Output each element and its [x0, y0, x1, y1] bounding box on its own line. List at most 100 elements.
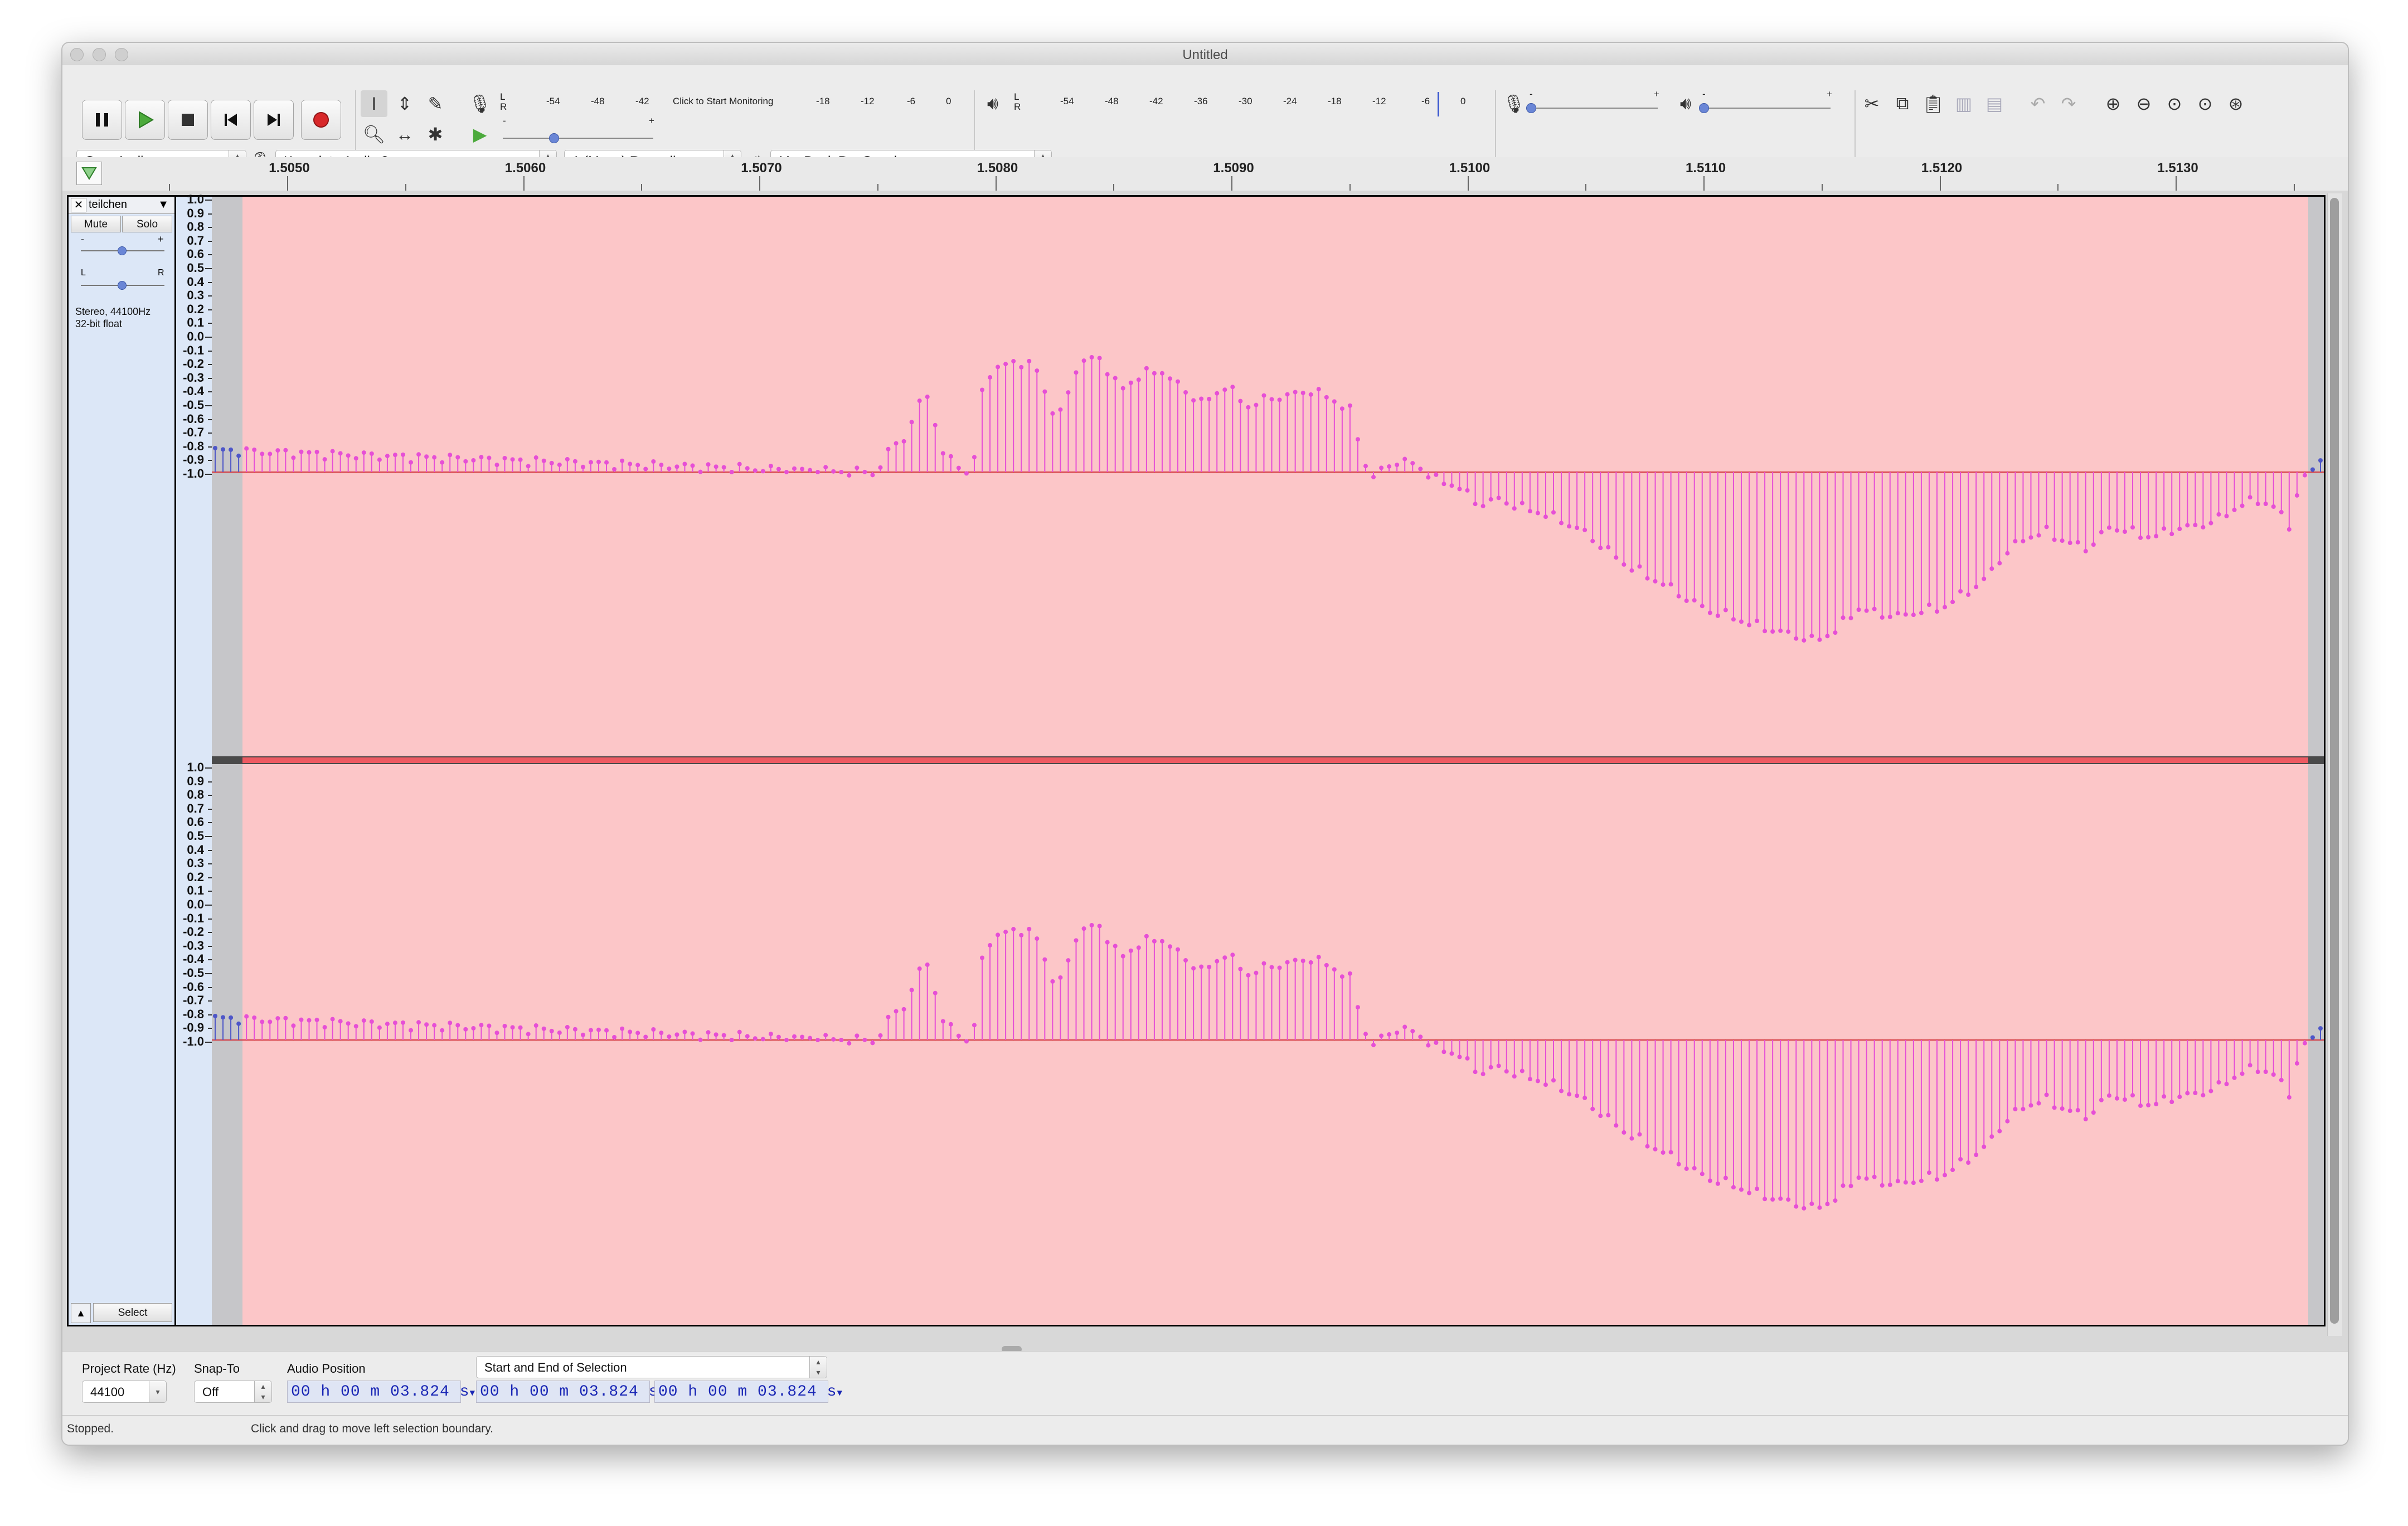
sample-point[interactable]: [596, 459, 601, 464]
sample-point[interactable]: [1215, 391, 1220, 396]
sample-point[interactable]: [2294, 493, 2299, 498]
sample-point[interactable]: [1543, 514, 1548, 519]
vertical-ruler[interactable]: 1.0 0.9 0.8 0.7 0.6 0.5 0.4 0.3 0.2 0.1 0.0 -0.1 -0.…: [176, 192, 212, 1326]
sample-point[interactable]: [471, 458, 476, 463]
sample-point[interactable]: [831, 469, 836, 474]
cut-button[interactable]: ✂: [1858, 90, 1885, 117]
sample-point[interactable]: [440, 460, 445, 465]
sample-point[interactable]: [643, 1034, 648, 1039]
sample-point[interactable]: [1457, 487, 1462, 492]
sample-point[interactable]: [1958, 589, 1963, 594]
sample-point[interactable]: [2067, 541, 2072, 546]
stop-button[interactable]: [168, 100, 208, 140]
sample-point[interactable]: [1872, 1174, 1877, 1179]
sample-point[interactable]: [901, 439, 906, 444]
sample-point[interactable]: [1254, 970, 1259, 975]
skip-to-end-button[interactable]: [254, 100, 294, 140]
sample-point[interactable]: [1120, 386, 1125, 391]
gain-slider-thumb[interactable]: [118, 246, 127, 255]
sample-point[interactable]: [1551, 1078, 1556, 1083]
sample-point[interactable]: [353, 1024, 358, 1029]
sample-point[interactable]: [361, 1018, 366, 1023]
sample-point[interactable]: [1614, 1123, 1619, 1128]
sample-point[interactable]: [612, 466, 617, 472]
sample-point[interactable]: [494, 463, 499, 468]
sample-point[interactable]: [1371, 1043, 1376, 1048]
sample-point[interactable]: [244, 446, 249, 451]
sample-point[interactable]: [2075, 1107, 2080, 1112]
sample-point[interactable]: [1715, 613, 1720, 618]
sample-point[interactable]: [2310, 1035, 2315, 1040]
sample-point[interactable]: [1731, 1185, 1736, 1190]
sample-point[interactable]: [1519, 500, 1525, 506]
sample-point[interactable]: [510, 1025, 515, 1030]
sample-point[interactable]: [1152, 371, 1157, 376]
sample-point[interactable]: [1441, 482, 1446, 487]
sample-point[interactable]: [2185, 523, 2190, 528]
sample-point[interactable]: [330, 1017, 335, 1022]
paste-button[interactable]: 📋︎: [1920, 90, 1946, 117]
sample-point[interactable]: [1089, 922, 1094, 927]
sample-point[interactable]: [1590, 1106, 1595, 1111]
sample-point[interactable]: [1136, 945, 1141, 950]
sample-point[interactable]: [1887, 1182, 1892, 1187]
sample-point[interactable]: [1488, 497, 1493, 502]
sample-point[interactable]: [1074, 938, 1079, 943]
waveform-svg[interactable]: [212, 197, 2324, 1325]
sample-point[interactable]: [1794, 636, 1799, 641]
sample-point[interactable]: [1833, 1198, 1838, 1203]
sample-point[interactable]: [682, 461, 687, 466]
sample-point[interactable]: [283, 1015, 288, 1020]
sample-point[interactable]: [1747, 623, 1752, 628]
sample-point[interactable]: [2052, 1105, 2057, 1110]
sample-point[interactable]: [1473, 502, 1478, 507]
sample-point[interactable]: [455, 455, 460, 460]
sample-point[interactable]: [839, 1038, 844, 1042]
sample-point[interactable]: [596, 1027, 601, 1032]
sample-point[interactable]: [432, 455, 437, 460]
sample-point[interactable]: [917, 398, 922, 404]
sample-point[interactable]: [400, 1020, 405, 1025]
sample-point[interactable]: [964, 471, 969, 476]
sample-point[interactable]: [2021, 538, 2026, 543]
sample-point[interactable]: [463, 459, 468, 464]
sample-point[interactable]: [322, 1025, 327, 1030]
sample-point[interactable]: [1199, 396, 1204, 401]
sample-point[interactable]: [745, 466, 750, 471]
sample-point[interactable]: [2067, 1109, 2072, 1114]
sample-point[interactable]: [557, 1030, 562, 1035]
multi-tool[interactable]: ✱: [422, 121, 449, 148]
sample-point[interactable]: [1167, 376, 1172, 381]
sample-point[interactable]: [2162, 526, 2167, 531]
sample-point[interactable]: [2193, 523, 2198, 528]
play-head-button[interactable]: [76, 162, 102, 185]
sample-point[interactable]: [886, 1014, 891, 1019]
sample-point[interactable]: [1880, 615, 1885, 620]
sample-point[interactable]: [721, 1033, 726, 1038]
sample-point[interactable]: [275, 1016, 280, 1021]
sample-point[interactable]: [1661, 1150, 1666, 1155]
sample-point[interactable]: [221, 1015, 226, 1020]
sample-point[interactable]: [479, 455, 484, 460]
sample-point[interactable]: [1081, 358, 1086, 363]
undo-button[interactable]: ↶: [2025, 90, 2051, 117]
selection-tool[interactable]: I: [361, 90, 387, 117]
sample-point[interactable]: [565, 456, 570, 461]
sample-point[interactable]: [604, 1028, 609, 1033]
sample-point[interactable]: [1794, 1204, 1799, 1209]
sample-point[interactable]: [713, 464, 718, 469]
sample-point[interactable]: [1097, 924, 1102, 929]
sample-point[interactable]: [353, 456, 358, 461]
sample-point[interactable]: [1637, 1132, 1642, 1137]
sample-point[interactable]: [745, 1034, 750, 1039]
sample-point[interactable]: [1261, 393, 1266, 398]
sample-point[interactable]: [1183, 958, 1188, 963]
sample-point[interactable]: [2279, 509, 2284, 514]
sample-point[interactable]: [291, 455, 296, 460]
sample-point[interactable]: [1982, 1144, 1987, 1149]
sample-point[interactable]: [1120, 954, 1125, 959]
sample-point[interactable]: [1395, 1031, 1400, 1036]
sample-point[interactable]: [236, 1021, 241, 1026]
sample-point[interactable]: [1763, 1197, 1768, 1202]
sample-point[interactable]: [1966, 1160, 1971, 1165]
